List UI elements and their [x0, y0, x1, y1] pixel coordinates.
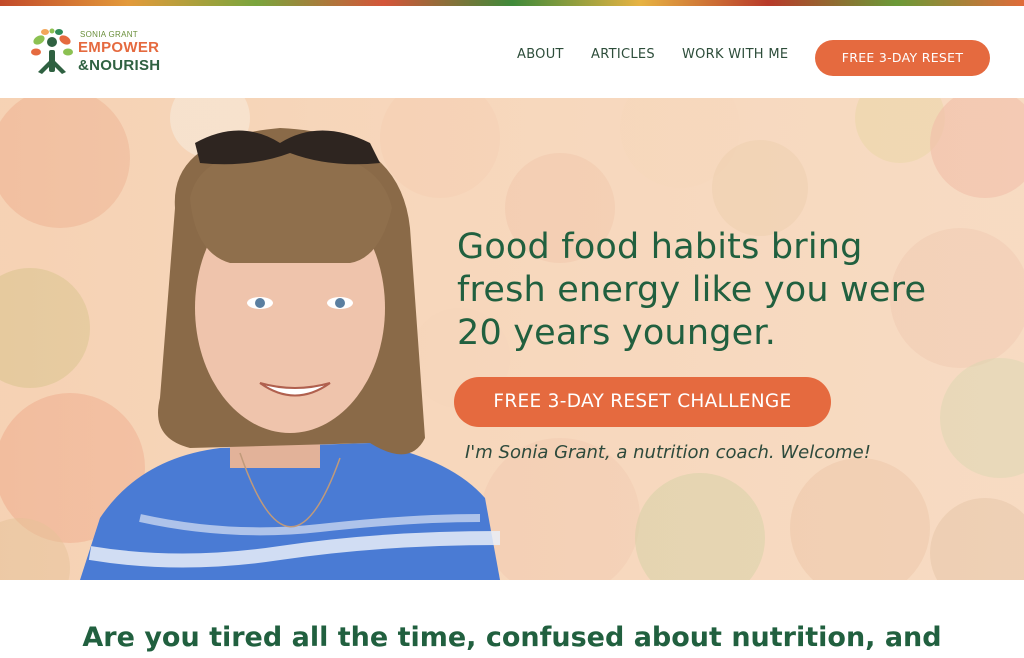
hero-welcome-text: I'm Sonia Grant, a nutrition coach. Welc… — [465, 442, 871, 463]
nav-link-work-with-me[interactable]: WORK WITH ME — [682, 40, 788, 70]
hero-headline: Good food habits bring fresh energy like… — [457, 227, 927, 353]
nav-link-articles[interactable]: ARTICLES — [591, 40, 655, 70]
hero-section: Good food habits bring fresh energy like… — [0, 98, 1024, 580]
site-logo[interactable]: SONIA GRANT EMPOWER &NOURISH — [30, 28, 190, 80]
logo-text-nourish: &NOURISH — [78, 57, 161, 74]
hero-free-reset-challenge-button[interactable]: FREE 3-DAY RESET CHALLENGE — [454, 377, 831, 427]
site-header: SONIA GRANT EMPOWER &NOURISH ABOUT ARTIC… — [0, 6, 1024, 98]
nav-free-reset-button[interactable]: FREE 3-DAY RESET — [815, 40, 990, 76]
logo-owner-name: SONIA GRANT — [80, 30, 138, 39]
nav-link-about[interactable]: ABOUT — [517, 40, 564, 70]
coach-portrait-photo — [80, 128, 501, 580]
section-heading: Are you tired all the time, confused abo… — [82, 622, 942, 653]
logo-tree-icon — [31, 28, 73, 74]
logo-text-empower: EMPOWER — [78, 39, 160, 56]
